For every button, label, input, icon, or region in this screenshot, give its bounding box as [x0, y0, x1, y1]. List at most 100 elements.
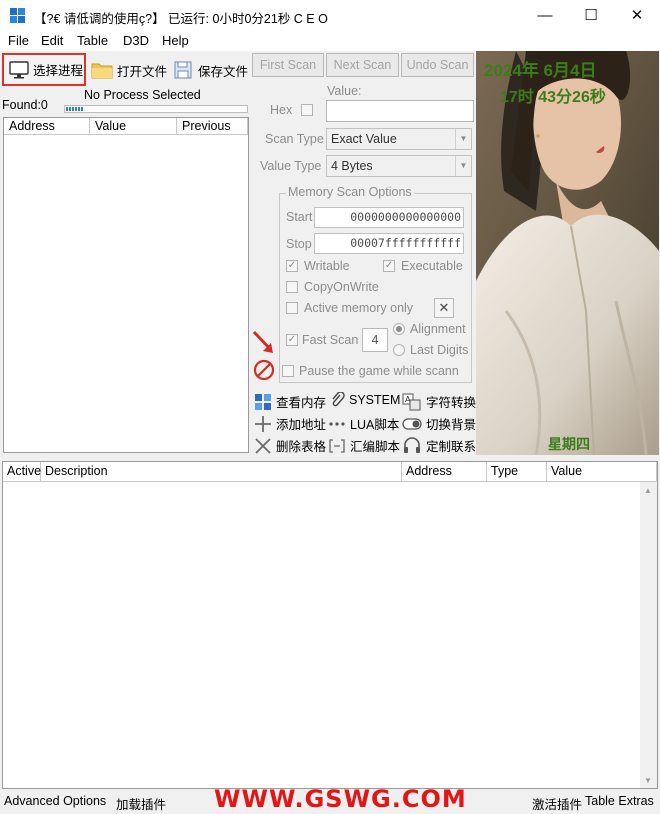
save-file-label: 保存文件 — [198, 64, 249, 79]
save-disk-icon — [174, 61, 192, 79]
folder-icon — [91, 63, 113, 79]
value-type-value: 4 Bytes — [331, 159, 373, 173]
activate-plugin-button[interactable]: 激活插件 — [532, 794, 582, 813]
last-digits-radio[interactable] — [393, 344, 405, 356]
headset-icon — [404, 436, 420, 453]
system-label: SYSTEM — [349, 393, 401, 407]
active-memory-label: Active memory only — [304, 301, 414, 315]
chevron-down-icon: ▼ — [455, 129, 471, 149]
lua-script-button[interactable]: LUA脚本 — [328, 414, 399, 433]
scan-results-list[interactable] — [3, 117, 249, 453]
clock-time: 17时 43分26秒 — [500, 89, 606, 106]
open-file-label: 打开文件 — [117, 64, 168, 79]
menu-table[interactable]: Table — [77, 33, 108, 48]
system-button[interactable]: SYSTEM — [331, 392, 400, 408]
menu-edit[interactable]: Edit — [41, 33, 63, 48]
start-label: Start — [286, 210, 313, 224]
asm-script-button[interactable]: 汇编脚本 — [328, 436, 400, 455]
load-plugin-button[interactable]: 加载插件 — [116, 794, 166, 813]
fast-scan-value-input[interactable]: 4 — [362, 328, 388, 352]
advanced-options-button[interactable]: Advanced Options — [4, 794, 106, 808]
column-header-value[interactable]: Value — [547, 462, 657, 482]
copy-on-write-checkbox[interactable] — [286, 281, 298, 293]
open-file-button[interactable]: 打开文件 — [91, 54, 167, 86]
column-header-active[interactable]: Active — [3, 462, 41, 482]
scan-type-value: Exact Value — [331, 132, 397, 146]
menu-help[interactable]: Help — [162, 33, 189, 48]
fast-scan-checkbox[interactable]: ✓ — [286, 334, 298, 346]
column-header-address[interactable]: Address — [4, 118, 90, 135]
switch-background-button[interactable]: 切换背景 — [402, 414, 476, 433]
next-scan-button[interactable]: Next Scan — [326, 53, 399, 77]
add-address-label: 添加地址 — [276, 418, 327, 432]
pause-game-checkbox[interactable] — [282, 365, 294, 377]
svg-text:A: A — [405, 395, 411, 404]
char-convert-button[interactable]: A 字符转换 — [402, 392, 476, 411]
value-type-select[interactable]: 4 Bytes ▼ — [326, 155, 472, 177]
add-address-button[interactable]: 添加地址 — [254, 414, 326, 433]
active-memory-checkbox[interactable] — [286, 302, 298, 314]
clear-x-icon[interactable]: ✕ — [434, 298, 454, 318]
monitor-icon — [9, 60, 29, 78]
hex-checkbox[interactable] — [301, 104, 313, 116]
fast-scan-label: Fast Scan — [302, 333, 359, 347]
red-arrow-icon — [252, 330, 273, 353]
alignment-radio[interactable] — [393, 323, 405, 335]
writable-label: Writable — [304, 259, 350, 273]
asm-script-label: 汇编脚本 — [350, 440, 401, 454]
app-logo-icon — [10, 8, 25, 23]
ellipsis-icon — [329, 421, 345, 426]
clock-date: 2024年 6月4日 — [484, 61, 597, 80]
delete-table-button[interactable]: 删除表格 — [254, 436, 326, 455]
close-button[interactable]: ✕ — [614, 0, 660, 31]
found-counter: Found:0 — [2, 98, 48, 112]
view-memory-label: 查看内存 — [276, 396, 327, 410]
custom-contact-label: 定制联系 — [426, 440, 477, 454]
custom-contact-button[interactable]: 定制联系 — [402, 436, 476, 455]
delete-table-label: 删除表格 — [276, 440, 327, 454]
memory-grid-icon — [255, 393, 271, 410]
hex-label: Hex — [270, 103, 293, 117]
vertical-scrollbar[interactable] — [640, 482, 657, 788]
chevron-down-icon: ▼ — [455, 156, 471, 176]
table-extras-button[interactable]: Table Extras — [585, 794, 654, 808]
char-convert-icon: A — [402, 393, 421, 410]
alignment-label: Alignment — [410, 322, 466, 336]
clock-weekday: 星期四 — [548, 436, 590, 452]
process-status: No Process Selected — [84, 88, 201, 102]
menu-file[interactable]: File — [8, 33, 29, 48]
save-file-button[interactable]: 保存文件 — [174, 54, 248, 86]
no-entry-icon[interactable] — [253, 359, 275, 381]
start-address-input[interactable]: 0000000000000000 — [314, 207, 464, 228]
stop-label: Stop — [286, 237, 312, 251]
writable-checkbox[interactable]: ✓ — [286, 260, 298, 272]
select-process-button[interactable]: 选择进程 — [2, 53, 86, 86]
found-label: Found: — [2, 98, 41, 112]
char-convert-label: 字符转换 — [426, 396, 477, 410]
found-count: 0 — [40, 98, 48, 112]
scan-type-label: Scan Type — [265, 132, 324, 146]
toggle-switch-icon — [402, 417, 422, 430]
stop-address-input[interactable]: 00007fffffffffff — [314, 233, 464, 254]
value-input[interactable] — [326, 100, 474, 122]
first-scan-button[interactable]: First Scan — [252, 53, 324, 77]
column-header-description[interactable]: Description — [41, 462, 402, 482]
select-process-label: 选择进程 — [33, 64, 84, 78]
menu-d3d[interactable]: D3D — [123, 33, 149, 48]
portrait-image — [476, 51, 659, 455]
view-memory-button[interactable]: 查看内存 — [254, 392, 326, 411]
undo-scan-button[interactable]: Undo Scan — [401, 53, 474, 77]
scroll-down-icon[interactable]: ▼ — [644, 776, 652, 785]
address-table[interactable] — [2, 461, 658, 789]
column-header-previous[interactable]: Previous — [177, 118, 248, 135]
column-header-type[interactable]: Type — [487, 462, 547, 482]
column-header-value[interactable]: Value — [90, 118, 177, 135]
delete-x-icon — [255, 437, 271, 454]
maximize-button[interactable]: ☐ — [568, 0, 614, 31]
minimize-button[interactable]: — — [522, 0, 568, 31]
column-header-address[interactable]: Address — [402, 462, 487, 482]
scan-type-select[interactable]: Exact Value ▼ — [326, 128, 472, 150]
scroll-up-icon[interactable]: ▲ — [644, 486, 652, 495]
executable-checkbox[interactable]: ✓ — [383, 260, 395, 272]
lua-script-label: LUA脚本 — [350, 418, 400, 432]
